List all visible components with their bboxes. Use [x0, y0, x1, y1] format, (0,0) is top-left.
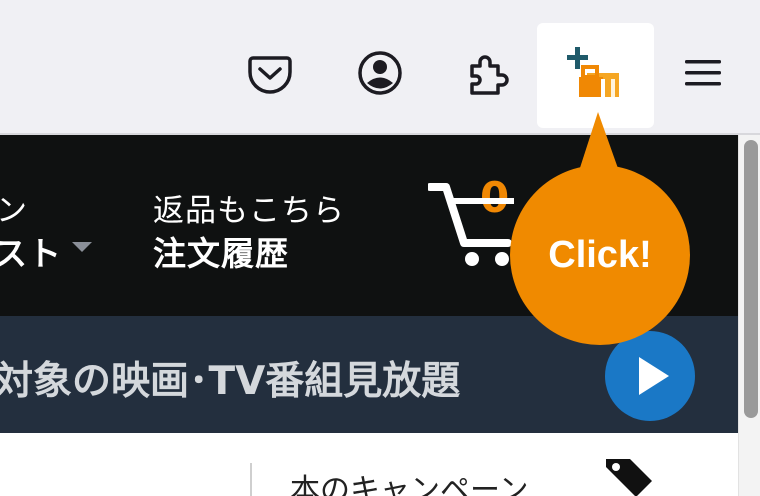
- add-to-shopping-list-extension-icon: [567, 47, 619, 97]
- account-lists-line2[interactable]: スト: [0, 227, 62, 275]
- callout-bubble: [510, 112, 690, 345]
- hamburger-menu-icon[interactable]: [679, 48, 729, 98]
- sub-navigation: 本のキャンペーン: [0, 433, 738, 496]
- pocket-icon[interactable]: [245, 48, 295, 98]
- account-icon[interactable]: [355, 48, 405, 98]
- price-tag-icon: [606, 459, 652, 496]
- callout-label: Click!: [548, 234, 652, 276]
- click-callout: Click!: [510, 110, 690, 350]
- banner-text: 対象の映画･TV番組見放題: [0, 359, 461, 404]
- chevron-down-icon[interactable]: [72, 242, 92, 252]
- returns-orders-line2[interactable]: 注文履歴: [153, 227, 289, 275]
- book-campaign-link[interactable]: 本のキャンペーン: [290, 465, 529, 496]
- scrollbar-thumb[interactable]: [744, 140, 758, 418]
- sub-nav-divider: [250, 463, 252, 496]
- returns-orders-line1[interactable]: 返品もこちら: [153, 185, 345, 230]
- account-lists-line1[interactable]: ン: [0, 185, 28, 230]
- extensions-puzzle-icon[interactable]: [464, 48, 514, 98]
- cart-icon[interactable]: [428, 183, 518, 269]
